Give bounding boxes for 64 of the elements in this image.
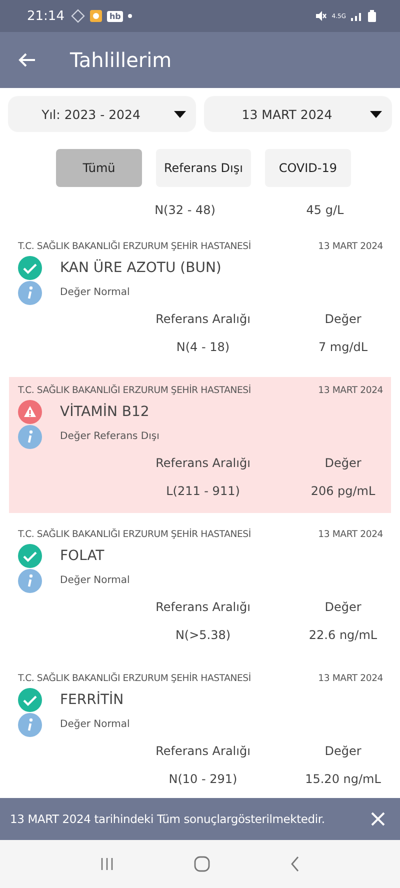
info-icon[interactable] [18,712,42,736]
result-date: 13 MART 2024 [318,672,383,684]
column-label: Referans Aralığı [156,312,250,326]
caret-icon [370,110,382,118]
recent-apps-icon[interactable] [100,857,114,871]
result-value: 45 g/L [306,203,344,217]
snackbar-message: 13 MART 2024 tarihindeki Tüm sonuçlargösterilmektedir. [10,812,326,826]
test-name: FOLAT [60,548,104,564]
range-value: N(32 - 48) [154,203,216,217]
result-date: 13 MART 2024 [318,384,383,396]
dropdown[interactable]: Yıl: 2023 - 2024 [8,96,196,132]
status-text: Değer Normal [60,575,130,586]
battery-icon [368,10,376,22]
status-text: Değer Normal [60,287,130,298]
check-icon [18,688,42,712]
page-title: Tahlillerim [70,48,172,72]
range-value: N(>5.38) [175,628,231,642]
test-name: VİTAMİN B12 [60,404,150,420]
column-label: Referans Aralığı [156,600,250,614]
range-value: N(4 - 18) [176,340,230,354]
info-icon[interactable] [18,424,42,448]
signal-icon [351,11,363,21]
result-value: 22.6 ng/mL [308,628,378,642]
check-icon [18,544,42,568]
range-value: L(211 - 911) [166,484,240,498]
test-name: FERRİTİN [60,692,124,708]
test-name: KAN ÜRE AZOTU (BUN) [60,260,222,276]
filter-tab[interactable]: Referans Dışı [156,149,251,187]
check-icon [18,256,42,280]
close-button[interactable] [370,811,386,827]
result-date: 13 MART 2024 [318,528,383,540]
range-value: N(10 - 291) [168,772,238,786]
filter-tab[interactable]: Tümü [56,149,142,187]
status-text: Değer Normal [60,719,130,730]
hospital-name: T.C. SAĞLIK BAKANLIĞI ERZURUM ŞEHİR HASTANESİ [18,672,251,684]
info-icon[interactable] [18,280,42,304]
info-icon[interactable] [18,568,42,592]
column-label: Referans Aralığı [156,456,250,470]
status-time: 21:14 [27,8,64,24]
column-label: Değer [324,312,362,326]
column-label: Değer [324,456,362,470]
dot-icon [128,14,132,18]
hospital-name: T.C. SAĞLIK BAKANLIĞI ERZURUM ŞEHİR HASTANESİ [18,528,251,540]
result-card[interactable]: T.C. SAĞLIK BAKANLIĞI ERZURUM ŞEHİR HASTANESİ 13 MART 2024 VİTAMİN B12 Değer Referans Dışı Referans Aralığı Değer L(211 - 911) 206 pg/mL [9,377,391,513]
result-value: 7 mg/dL [318,340,368,354]
mute-icon [314,10,327,22]
app-badge: hb [107,10,123,22]
result-value: 206 pg/mL [310,484,376,498]
filter-tab[interactable]: COVID-19 [264,149,351,187]
column-label: Referans Aralığı [156,744,250,758]
hospital-name: T.C. SAĞLIK BAKANLIĞI ERZURUM ŞEHİR HASTANESİ [18,240,251,252]
dropdown[interactable]: 13 MART 2024 [204,96,392,132]
diamond-icon [71,9,86,23]
status-text: Değer Referans Dışı [60,431,160,442]
home-icon[interactable] [194,856,210,872]
column-label: Değer [324,744,362,758]
result-date: 13 MART 2024 [318,240,383,252]
result-value: 15.20 ng/mL [305,772,381,786]
caret-icon [174,110,186,118]
warning-icon [18,400,42,424]
app-icon [90,10,102,22]
back-nav-icon[interactable] [290,856,300,872]
hospital-name: T.C. SAĞLIK BAKANLIĞI ERZURUM ŞEHİR HASTANESİ [18,384,251,396]
column-label: Değer [324,600,362,614]
